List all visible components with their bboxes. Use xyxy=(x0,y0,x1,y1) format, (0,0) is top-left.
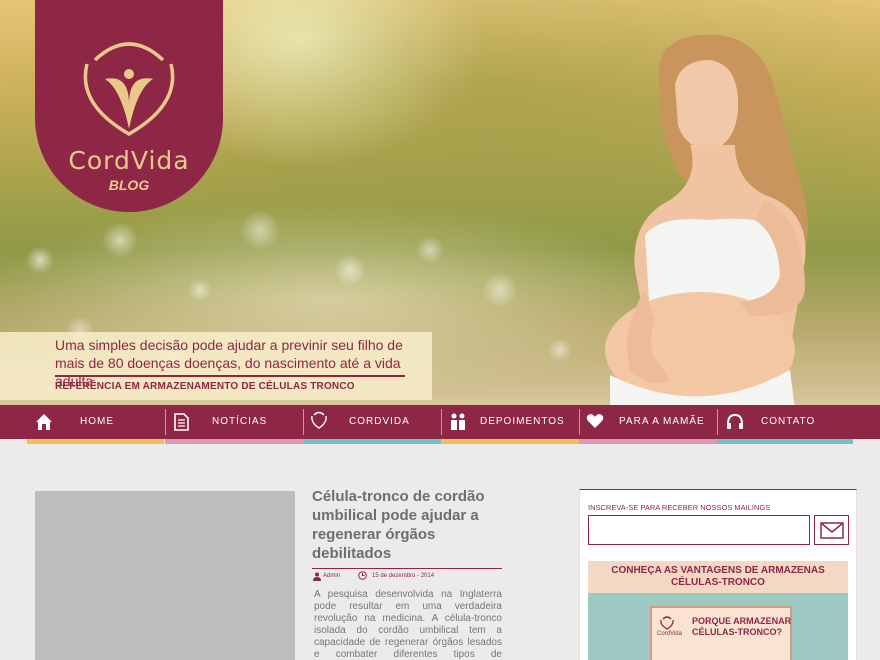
people-icon xyxy=(451,413,465,430)
nav-item-para-a-mamae[interactable]: PARA A MAMÃE xyxy=(580,405,717,439)
headset-icon xyxy=(727,413,743,429)
clock-icon xyxy=(358,571,367,580)
tagline-divider xyxy=(55,375,405,377)
user-icon xyxy=(313,572,321,581)
nav-item-home[interactable]: HOME xyxy=(0,405,165,439)
document-icon xyxy=(174,413,189,431)
nav-label-depoimentos: DEPOIMENTOS xyxy=(480,416,565,427)
cordvida-emblem-icon xyxy=(83,42,175,137)
cordvida-book-logo-icon xyxy=(660,616,674,630)
book-brand: CordVida xyxy=(657,631,682,637)
cordvida-logo[interactable]: CordVida BLOG xyxy=(35,0,223,212)
post-excerpt: A pesquisa desenvolvida na Inglaterra po… xyxy=(314,589,502,660)
nav-label-noticias: NOTÍCIAS xyxy=(212,416,268,427)
ebook-cover: CordVida PORQUE ARMAZENAR CÉLULAS-TRONCO… xyxy=(650,606,792,660)
post-title[interactable]: Célula-tronco de cordão umbilical pode a… xyxy=(312,487,502,563)
heart-icon xyxy=(586,414,604,428)
nav-item-contato[interactable]: CONTATO xyxy=(718,405,880,439)
main-nav: HOME NOTÍCIAS CORDVIDA DEPOIMENTOS PARA … xyxy=(0,405,880,439)
promo-title: CONHEÇA AS VANTAGENS DE ARMAZENAS CÉLULA… xyxy=(588,561,848,593)
nav-item-cordvida[interactable]: CORDVIDA xyxy=(304,405,441,439)
post-meta-divider xyxy=(312,568,502,569)
book-title: PORQUE ARMAZENAR CÉLULAS-TRONCO? xyxy=(692,616,792,637)
email-input[interactable] xyxy=(588,515,810,545)
hero-photo-woman xyxy=(605,34,808,405)
nav-item-depoimentos[interactable]: DEPOIMENTOS xyxy=(442,405,579,439)
promo-banner[interactable]: CONHEÇA AS VANTAGENS DE ARMAZENAS CÉLULA… xyxy=(588,561,848,660)
post-author[interactable]: Admin xyxy=(323,573,340,579)
home-icon xyxy=(36,414,52,430)
envelope-icon xyxy=(820,522,844,539)
hero-tagline-box: Uma simples decisão pode ajudar a previn… xyxy=(0,332,432,400)
nav-label-contato: CONTATO xyxy=(761,416,816,427)
cordvida-icon xyxy=(311,411,327,429)
hero-reference: REFERÊNCIA EM ARMAZENAMENTO DE CÉLULAS T… xyxy=(55,381,355,392)
nav-label-para-a-mamae: PARA A MAMÃE xyxy=(619,416,705,427)
sidebar: INSCREVA-SE PARA RECEBER NOSSOS MAILINGS… xyxy=(579,489,857,660)
subscribe-button[interactable] xyxy=(814,515,849,545)
post-thumbnail[interactable] xyxy=(35,491,295,660)
subscribe-label: INSCREVA-SE PARA RECEBER NOSSOS MAILINGS xyxy=(588,503,771,512)
post-date: 15 de dezembro - 2014 xyxy=(372,573,435,579)
nav-label-home: HOME xyxy=(80,416,114,427)
brand-sub: BLOG xyxy=(108,177,150,193)
nav-label-cordvida: CORDVIDA xyxy=(349,416,410,427)
brand-name: CordVida xyxy=(68,146,190,175)
nav-item-noticias[interactable]: NOTÍCIAS xyxy=(166,405,303,439)
